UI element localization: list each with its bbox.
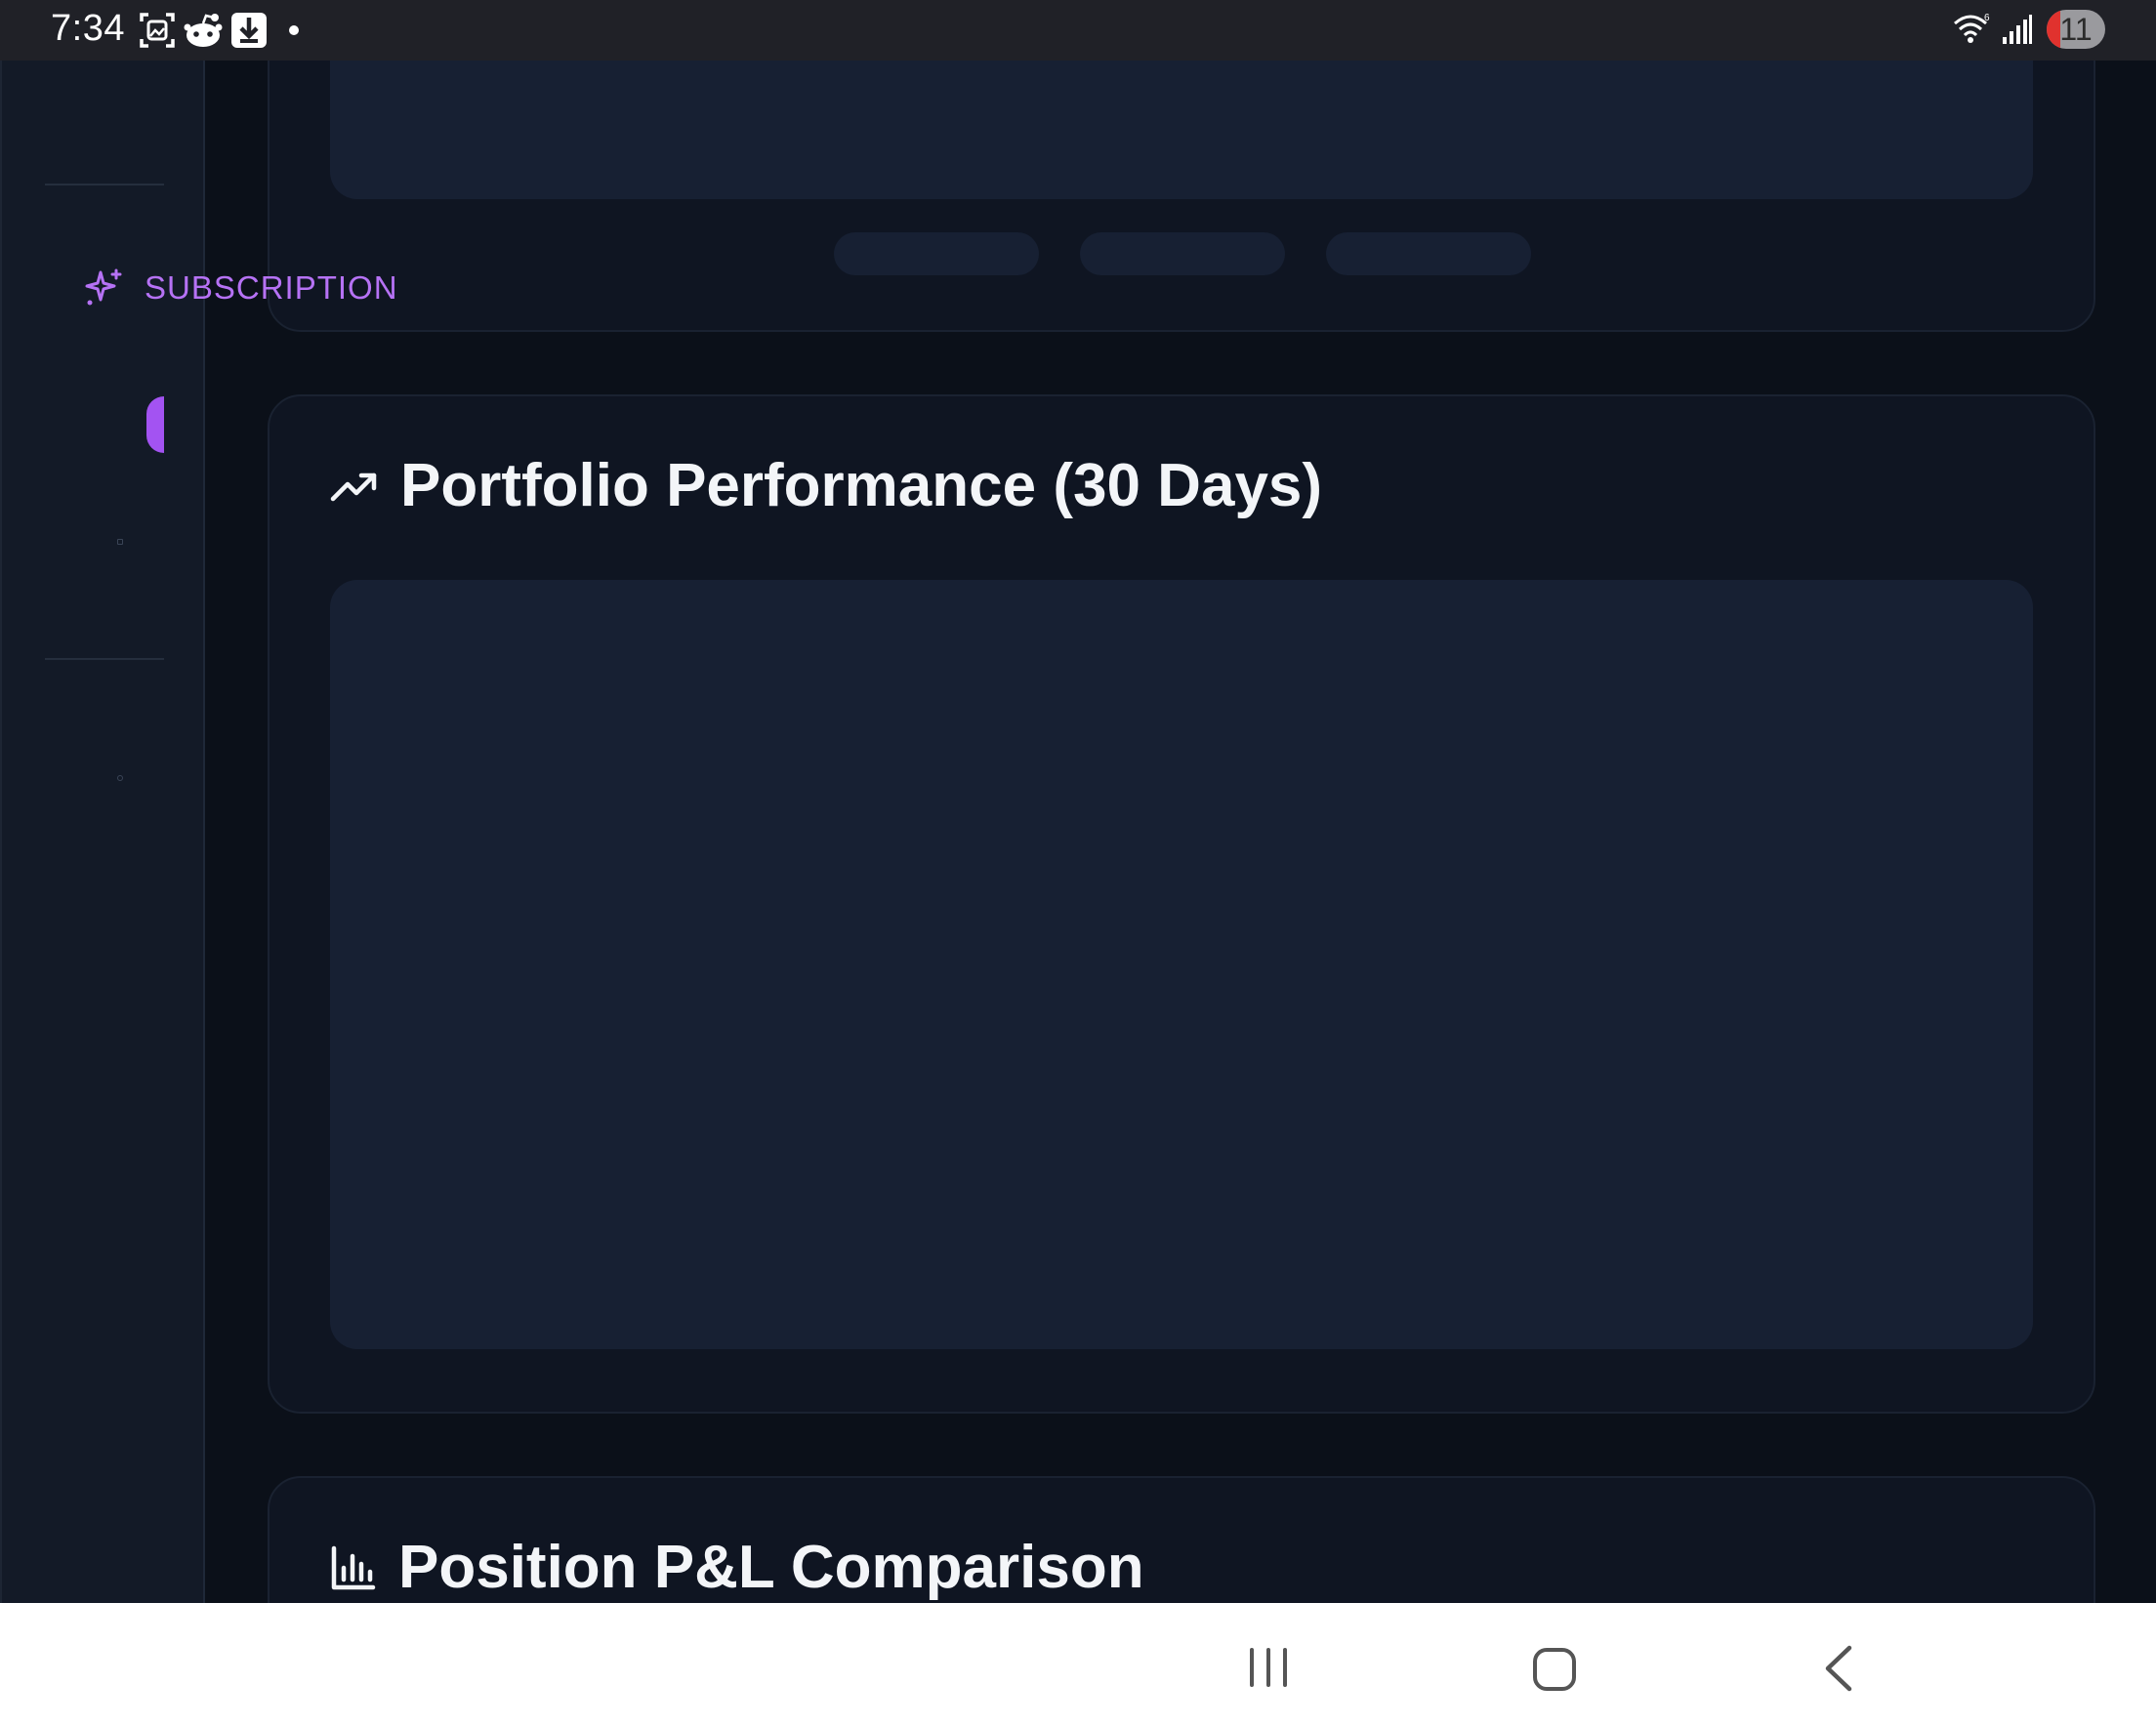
svg-text:6: 6 — [1984, 13, 1990, 23]
back-icon[interactable] — [1820, 1644, 1855, 1693]
chart-skeleton — [330, 580, 2033, 1349]
skeleton-pill — [834, 232, 1039, 275]
subscription-label: SUBSCRIPTION — [145, 269, 398, 306]
sidebar-dot — [117, 539, 123, 545]
status-time: 7:34 — [51, 8, 125, 49]
status-bar: 7:34 6 11 — [0, 0, 2156, 61]
card-title: Position P&L Comparison — [330, 1533, 1144, 1602]
skeleton-pill — [1080, 232, 1285, 275]
sidebar-active-indicator[interactable] — [146, 396, 164, 453]
navigation-bar — [0, 1603, 2156, 1726]
sidebar-divider — [45, 658, 164, 660]
sidebar-divider — [45, 184, 164, 185]
battery-indicator: 11 — [2047, 10, 2105, 49]
card-portfolio-performance: Portfolio Performance (30 Days) — [268, 394, 2095, 1414]
app-area: Portfolio Performance (30 Days) Position… — [0, 61, 2156, 1603]
screenshot-icon — [140, 13, 175, 48]
bar-chart-icon — [331, 1545, 376, 1589]
trending-up-icon — [330, 473, 377, 501]
card-top-loading — [268, 61, 2095, 332]
download-icon — [231, 13, 267, 48]
card-title: Portfolio Performance (30 Days) — [330, 451, 1322, 520]
skeleton-pill — [1326, 232, 1531, 275]
sidebar-dot — [117, 775, 123, 781]
card-title-text: Portfolio Performance (30 Days) — [400, 452, 1323, 519]
recent-apps-icon[interactable] — [1246, 1646, 1291, 1689]
signal-icon — [2003, 15, 2032, 44]
notification-dot-icon — [289, 25, 299, 35]
wifi-icon: 6 — [1954, 13, 1990, 43]
subscription-link[interactable]: SUBSCRIPTION — [84, 267, 398, 308]
skeleton-block — [330, 61, 2033, 199]
home-icon[interactable] — [1531, 1646, 1578, 1693]
card-title-text: Position P&L Comparison — [398, 1534, 1144, 1601]
main-content: Portfolio Performance (30 Days) Position… — [205, 61, 2156, 1603]
battery-level: 11 — [2059, 12, 2093, 47]
sparkles-icon — [85, 268, 122, 306]
reddit-icon — [184, 14, 223, 47]
card-position-pnl: Position P&L Comparison — [268, 1476, 2095, 1603]
